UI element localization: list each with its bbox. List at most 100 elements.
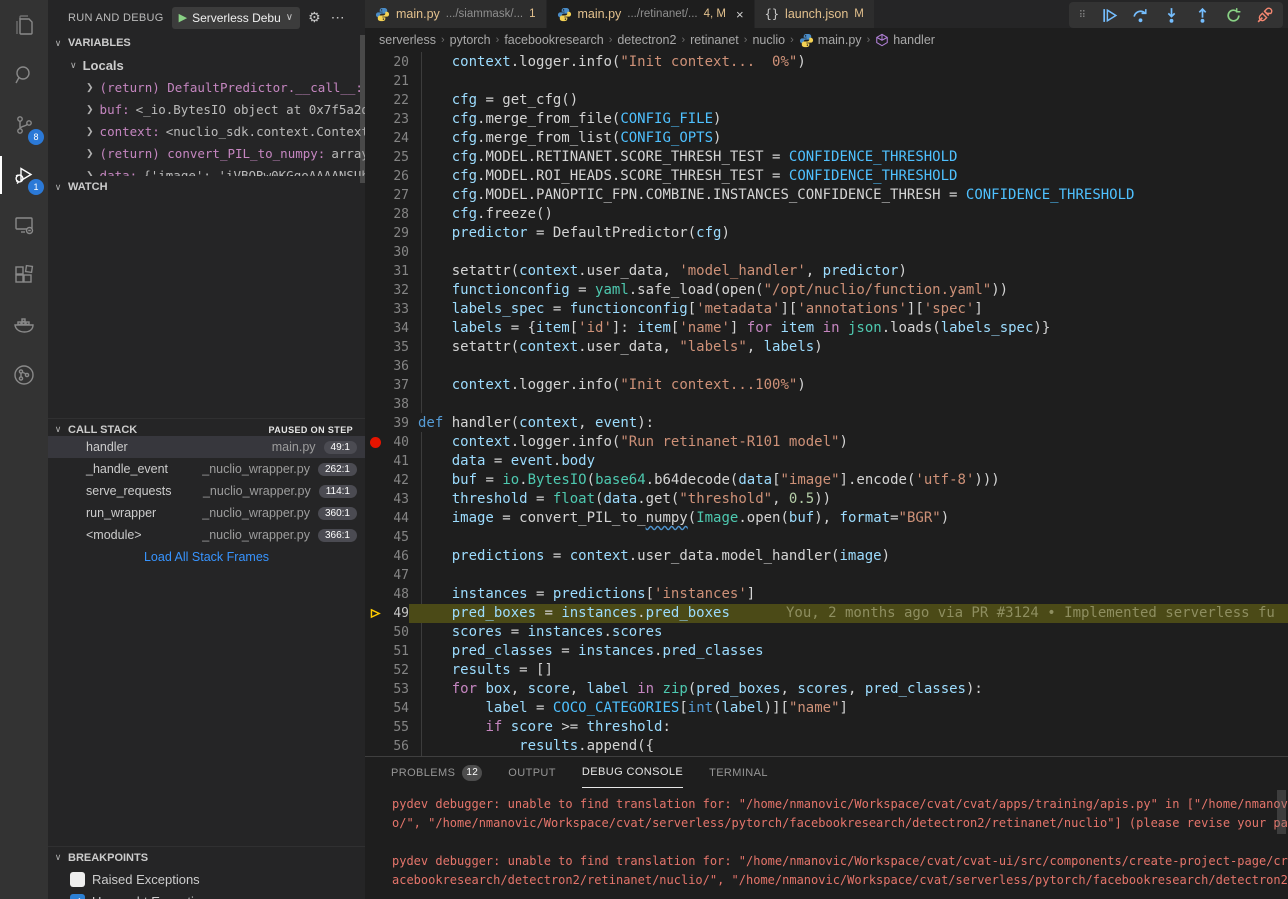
breadcrumb-item[interactable]: detectron2 [617, 33, 676, 47]
run-and-debug-icon[interactable]: 1 [0, 150, 48, 200]
code-line-23[interactable]: 23 cfg.merge_from_file(CONFIG_FILE) [365, 110, 1288, 129]
extensions-icon[interactable] [0, 250, 48, 300]
debug-config-dropdown[interactable]: ▶ Serverless Debu ∨ [172, 7, 301, 29]
code-line-28[interactable]: 28 cfg.freeze() [365, 205, 1288, 224]
toolbar-drag-handle[interactable]: ⠿ [1079, 13, 1087, 18]
code-line-50[interactable]: 50 scores = instances.scores [365, 623, 1288, 642]
search-icon[interactable] [0, 50, 48, 100]
variable-name: buf: [100, 102, 130, 117]
code-line-43[interactable]: 43 threshold = float(data.get("threshold… [365, 490, 1288, 509]
breadcrumb-item[interactable]: nuclio [752, 33, 785, 47]
breadcrumb-item[interactable]: pytorch [450, 33, 491, 47]
panel-tab-terminal[interactable]: TERMINAL [709, 757, 768, 788]
token: CONFIG_OPTS [620, 130, 713, 146]
code-line-24[interactable]: 24 cfg.merge_from_list(CONFIG_OPTS) [365, 129, 1288, 148]
load-all-stack-frames-link[interactable]: Load All Stack Frames [48, 546, 365, 568]
tab-launch-json-2[interactable]: {}launch.jsonM [755, 0, 875, 28]
breadcrumb-item[interactable]: serverless [379, 33, 436, 47]
code-line-31[interactable]: 31 setattr(context.user_data, 'model_han… [365, 262, 1288, 281]
code-line-40[interactable]: 40 context.logger.info("Run retinanet-R1… [365, 433, 1288, 452]
stack-frame-row[interactable]: _handle_event_nuclio_wrapper.py262:1 [48, 458, 365, 480]
code-line-30[interactable]: 30 [365, 243, 1288, 262]
token [418, 700, 485, 716]
variables-header[interactable]: ∨ VARIABLES [48, 32, 365, 54]
token: "image" [781, 472, 840, 488]
code-line-34[interactable]: 34 labels = {item['id']: item['name'] fo… [365, 319, 1288, 338]
code-line-21[interactable]: 21 [365, 72, 1288, 91]
git-graph-icon[interactable] [0, 350, 48, 400]
stack-frame-row[interactable]: serve_requests_nuclio_wrapper.py114:1 [48, 480, 365, 502]
checkbox-unchecked[interactable] [70, 872, 85, 887]
code-line-32[interactable]: 32 functionconfig = yaml.safe_load(open(… [365, 281, 1288, 300]
code-line-35[interactable]: 35 setattr(context.user_data, "labels", … [365, 338, 1288, 357]
step-into-icon[interactable] [1163, 7, 1180, 24]
code-line-44[interactable]: 44 image = convert_PIL_to_numpy(Image.op… [365, 509, 1288, 528]
token: cfg [452, 130, 477, 146]
step-out-icon[interactable] [1194, 7, 1211, 24]
remote-explorer-icon[interactable] [0, 200, 48, 250]
code-line-22[interactable]: 22 cfg = get_cfg() [365, 91, 1288, 110]
panel-tab-output[interactable]: OUTPUT [508, 757, 556, 788]
code-line-37[interactable]: 37 context.logger.info("Init context...1… [365, 376, 1288, 395]
code-line-39[interactable]: 39def handler(context, event): [365, 414, 1288, 433]
code-line-41[interactable]: 41 data = event.body [365, 452, 1288, 471]
code-line-55[interactable]: 55 if score >= threshold: [365, 718, 1288, 737]
checkbox-checked[interactable]: ✓ [70, 894, 85, 899]
console-scrollbar[interactable] [1277, 790, 1286, 834]
code-line-56[interactable]: 56 results.append({ [365, 737, 1288, 756]
more-actions-icon[interactable]: ⋯ [331, 9, 345, 26]
variable-row[interactable]: ❯(return) convert_PIL_to_numpy:array([[[… [48, 142, 365, 164]
breadcrumb-item[interactable]: retinanet [690, 33, 739, 47]
variables-scope[interactable]: ∨Locals [48, 54, 365, 76]
breakpoints-header[interactable]: ∨ BREAKPOINTS [48, 846, 365, 868]
code-line-20[interactable]: 20 context.logger.info("Init context... … [365, 53, 1288, 72]
panel-tab-debug-console[interactable]: DEBUG CONSOLE [582, 757, 683, 788]
breadcrumb-item[interactable]: main.py [799, 33, 862, 48]
breadcrumb-item[interactable]: handler [875, 33, 935, 47]
step-over-icon[interactable] [1132, 7, 1149, 24]
code-line-36[interactable]: 36 [365, 357, 1288, 376]
code-line-51[interactable]: 51 pred_classes = instances.pred_classes [365, 642, 1288, 661]
tab-main-py-0[interactable]: main.py.../siammask/...1 [365, 0, 547, 28]
breakpoint-row[interactable]: Raised Exceptions [48, 868, 365, 890]
code-line-54[interactable]: 54 label = COCO_CATEGORIES[int(label)]["… [365, 699, 1288, 718]
explorer-icon[interactable] [0, 0, 48, 50]
code-line-52[interactable]: 52 results = [] [365, 661, 1288, 680]
variable-row[interactable]: ❯context:<nuclio_sdk.context.Context obj… [48, 120, 365, 142]
code-editor[interactable]: 20 context.logger.info("Init context... … [365, 52, 1288, 756]
panel-tab-problems[interactable]: PROBLEMS12 [391, 757, 482, 788]
breadcrumb-item[interactable]: facebookresearch [504, 33, 603, 47]
code-line-33[interactable]: 33 labels_spec = functionconfig['metadat… [365, 300, 1288, 319]
variable-row[interactable]: ❯buf:<_io.BytesIO object at 0x7f5a2dc1ec… [48, 98, 365, 120]
code-line-38[interactable]: 38 [365, 395, 1288, 414]
token: BytesIO [528, 472, 587, 488]
gear-icon[interactable]: ⚙ [308, 9, 321, 26]
variable-row[interactable]: ❯(return) DefaultPredictor.__call__:{'in… [48, 76, 365, 98]
code-line-49[interactable]: 49 pred_boxes = instances.pred_boxesYou,… [365, 604, 1288, 623]
code-line-53[interactable]: 53 for box, score, label in zip(pred_box… [365, 680, 1288, 699]
stack-frame-row[interactable]: <module>_nuclio_wrapper.py366:1 [48, 524, 365, 546]
code-line-29[interactable]: 29 predictor = DefaultPredictor(cfg) [365, 224, 1288, 243]
continue-icon[interactable] [1101, 7, 1118, 24]
disconnect-icon[interactable] [1256, 7, 1273, 24]
restart-icon[interactable] [1225, 7, 1242, 24]
start-debug-icon[interactable]: ▶ [179, 11, 187, 24]
code-line-47[interactable]: 47 [365, 566, 1288, 585]
docker-icon[interactable] [0, 300, 48, 350]
breakpoint-glyph[interactable] [365, 433, 385, 452]
code-line-48[interactable]: 48 instances = predictions['instances'] [365, 585, 1288, 604]
code-line-27[interactable]: 27 cfg.MODEL.PANOPTIC_FPN.COMBINE.INSTAN… [365, 186, 1288, 205]
stack-frame-row[interactable]: handlermain.py49:1 [48, 436, 365, 458]
code-line-26[interactable]: 26 cfg.MODEL.ROI_HEADS.SCORE_THRESH_TEST… [365, 167, 1288, 186]
close-icon[interactable]: × [736, 7, 744, 22]
source-control-icon[interactable]: 8 [0, 100, 48, 150]
watch-header[interactable]: ∨ WATCH [48, 176, 365, 198]
code-line-42[interactable]: 42 buf = io.BytesIO(base64.b64decode(dat… [365, 471, 1288, 490]
variable-row[interactable]: ❯data:{'image': 'iVBORw0KGgoAAAANSUhE… [48, 164, 365, 176]
code-line-25[interactable]: 25 cfg.MODEL.RETINANET.SCORE_THRESH_TEST… [365, 148, 1288, 167]
code-line-45[interactable]: 45 [365, 528, 1288, 547]
breakpoint-row[interactable]: ✓Uncaught Exceptions [48, 890, 365, 899]
tab-main-py-1[interactable]: main.py.../retinanet/...4, M× [547, 0, 755, 28]
code-line-46[interactable]: 46 predictions = context.user_data.model… [365, 547, 1288, 566]
stack-frame-row[interactable]: run_wrapper_nuclio_wrapper.py360:1 [48, 502, 365, 524]
